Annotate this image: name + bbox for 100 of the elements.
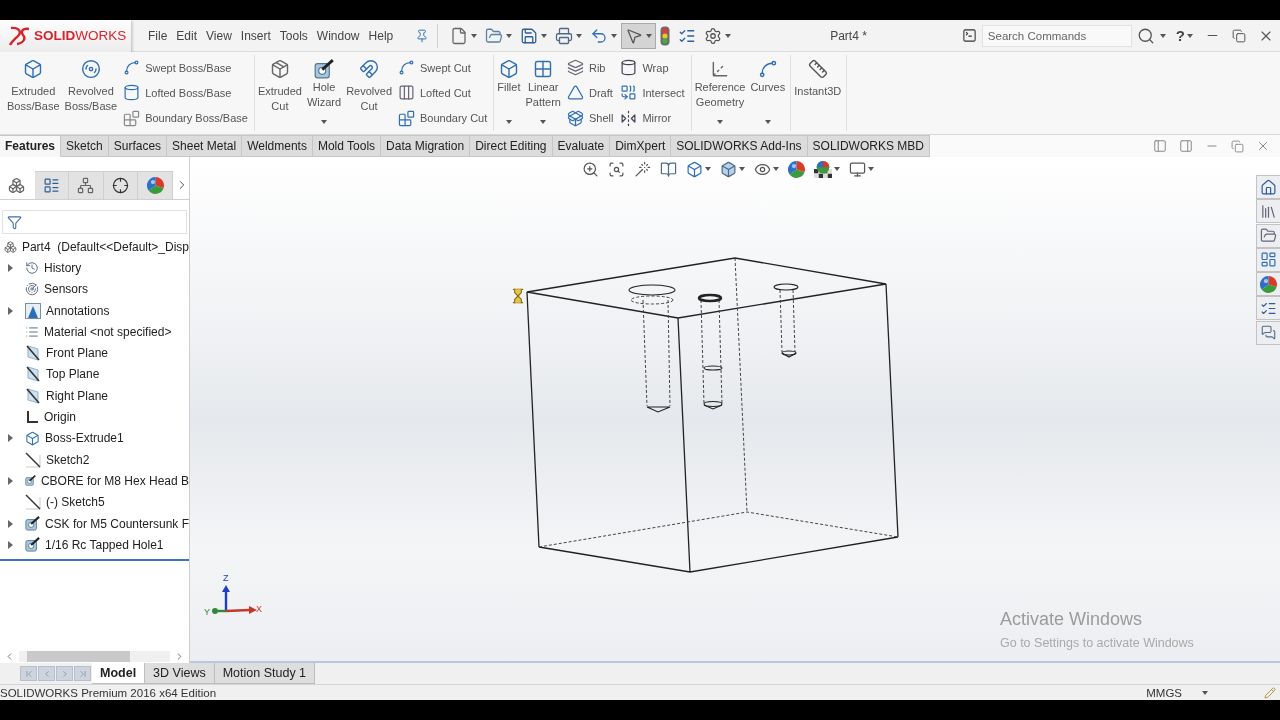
command-tab[interactable]: Surfaces: [108, 135, 168, 157]
command-tab[interactable]: Mold Tools: [312, 135, 382, 157]
view-tool-button[interactable]: [660, 160, 677, 178]
tree-item[interactable]: Origin: [44, 410, 76, 424]
tree-item[interactable]: Material <not specified>: [44, 324, 172, 339]
ribbon-button[interactable]: Curves: [749, 55, 787, 131]
ribbon-button[interactable]: Revolved Cut: [345, 55, 393, 131]
ribbon-button[interactable]: Shell: [564, 105, 616, 131]
command-tab[interactable]: SOLIDWORKS MBD: [807, 135, 930, 157]
pin-icon[interactable]: [415, 28, 430, 43]
menu-item[interactable]: Edit: [176, 28, 198, 43]
task-pane-tab[interactable]: [1256, 272, 1280, 297]
ribbon-button[interactable]: Linear Pattern: [524, 55, 562, 131]
help-button[interactable]: ?: [1173, 27, 1187, 44]
tree-item[interactable]: Part4 (Default<<Default>_Disp: [21, 239, 189, 254]
horizontal-scrollbar[interactable]: [19, 651, 170, 662]
menu-item[interactable]: Insert: [240, 28, 271, 43]
task-pane-tab[interactable]: [1256, 175, 1280, 199]
scrollbar-thumb[interactable]: [27, 651, 130, 662]
tree-item[interactable]: (-) Sketch5: [46, 495, 105, 510]
tree-item[interactable]: Sketch2: [46, 452, 90, 467]
ribbon-button[interactable]: Reference Geometry: [693, 55, 747, 131]
task-pane-tab[interactable]: [1256, 296, 1280, 321]
tree-item[interactable]: History: [44, 260, 82, 275]
menu-item[interactable]: Help: [368, 28, 394, 43]
ribbon-button[interactable]: Swept Cut: [396, 55, 490, 81]
task-pane-tab[interactable]: [1256, 223, 1280, 248]
view-tool-button[interactable]: [720, 160, 745, 178]
ribbon-button[interactable]: Extruded Cut: [256, 55, 303, 131]
command-tab[interactable]: Weldments: [242, 135, 313, 157]
tree-item[interactable]: Front Plane: [46, 346, 109, 361]
task-pane-tab[interactable]: [1256, 199, 1280, 224]
restore-icon[interactable]: [1232, 28, 1246, 43]
tree-item[interactable]: Top Plane: [46, 367, 100, 382]
ribbon-button[interactable]: Wrap: [618, 55, 687, 81]
view-tool-button[interactable]: [634, 160, 651, 178]
tree-item[interactable]: 1/16 Rc Tapped Hole1: [45, 537, 164, 552]
command-tab[interactable]: Evaluate: [552, 135, 611, 157]
ribbon-button[interactable]: Lofted Boss/Base: [121, 80, 250, 106]
menu-item[interactable]: File: [148, 28, 168, 43]
bottom-tab[interactable]: Motion Study 1: [214, 663, 316, 684]
bottom-tab[interactable]: Model: [92, 663, 146, 684]
ribbon-button[interactable]: Hole Wizard: [305, 55, 343, 131]
ribbon-button[interactable]: Fillet: [496, 55, 522, 131]
ribbon-button[interactable]: Rib: [564, 55, 616, 81]
close-icon[interactable]: [1256, 139, 1270, 153]
select-button[interactable]: [621, 22, 657, 49]
tree-item[interactable]: Annotations: [46, 303, 110, 318]
command-tab[interactable]: SOLIDWORKS Add-Ins: [671, 135, 808, 157]
rollback-bar[interactable]: [0, 559, 189, 562]
ribbon-button[interactable]: Lofted Cut: [396, 80, 490, 106]
ribbon-button[interactable]: Mirror: [618, 105, 687, 131]
panel-tab[interactable]: [103, 171, 139, 199]
menu-item[interactable]: Window: [316, 28, 360, 43]
expand-arrow-icon[interactable]: [7, 476, 13, 485]
command-tab[interactable]: Sketch: [61, 135, 109, 157]
expand-arrow-icon[interactable]: [7, 540, 13, 549]
logo-tile[interactable]: SOLIDWORKS: [0, 19, 131, 52]
panel-right-icon[interactable]: [1179, 139, 1193, 153]
expand-arrow-icon[interactable]: [7, 519, 13, 528]
filter-field[interactable]: [2, 210, 187, 234]
command-tab[interactable]: Data Migration: [381, 135, 471, 157]
ribbon-button[interactable]: Boundary Boss/Base: [121, 105, 250, 131]
command-tab[interactable]: Sheet Metal: [167, 135, 243, 157]
search-icon[interactable]: [1136, 26, 1155, 45]
panel-tab[interactable]: [69, 171, 104, 199]
task-pane-tab[interactable]: [1256, 320, 1280, 345]
ribbon-button[interactable]: Extruded Boss/Base: [6, 55, 61, 131]
document-title: Part4 *: [830, 28, 867, 43]
tree-item[interactable]: CBORE for M8 Hex Head B: [40, 473, 189, 488]
panel-tab[interactable]: [34, 171, 70, 199]
search-field[interactable]: Search Commands: [981, 24, 1132, 47]
menu-item[interactable]: Tools: [279, 28, 308, 43]
command-tab[interactable]: Features: [0, 135, 62, 157]
ribbon-button[interactable]: Intersect: [618, 80, 687, 106]
ribbon-button[interactable]: Instant3D: [793, 55, 843, 131]
tree-item[interactable]: CSK for M5 Countersunk F: [44, 516, 189, 531]
ribbon-button[interactable]: Boundary Cut: [396, 105, 490, 131]
tree-item[interactable]: Boss-Extrude1: [45, 431, 124, 446]
list-icon: [25, 324, 39, 339]
graphics-area[interactable]: Z Y X Activate Windows Go to Settings to activate Windows: [190, 157, 1280, 663]
view-tool-button[interactable]: [608, 160, 625, 178]
ribbon-button[interactable]: Draft: [564, 80, 616, 106]
command-tab[interactable]: Direct Editing: [470, 135, 553, 157]
tree-item[interactable]: Right Plane: [46, 388, 109, 403]
command-tab[interactable]: DimXpert: [610, 135, 672, 157]
menu-item[interactable]: View: [206, 28, 232, 43]
task-pane-tab[interactable]: [1256, 247, 1280, 272]
expand-arrow-icon[interactable]: [7, 434, 13, 443]
expand-arrow-icon[interactable]: [7, 306, 13, 315]
view-tool-button[interactable]: [582, 160, 599, 178]
expand-arrow-icon[interactable]: [7, 263, 13, 272]
tree-item[interactable]: Sensors: [44, 282, 89, 297]
bottom-tab[interactable]: 3D Views: [145, 663, 215, 684]
view-tool-button[interactable]: [849, 160, 874, 178]
ribbon-button[interactable]: Swept Boss/Base: [121, 55, 250, 81]
view-tool-button[interactable]: [814, 160, 840, 178]
ribbon-button[interactable]: Revolved Boss/Base: [63, 55, 119, 131]
units-label[interactable]: MMGS: [1146, 686, 1182, 699]
magnet-icon: [359, 59, 380, 79]
